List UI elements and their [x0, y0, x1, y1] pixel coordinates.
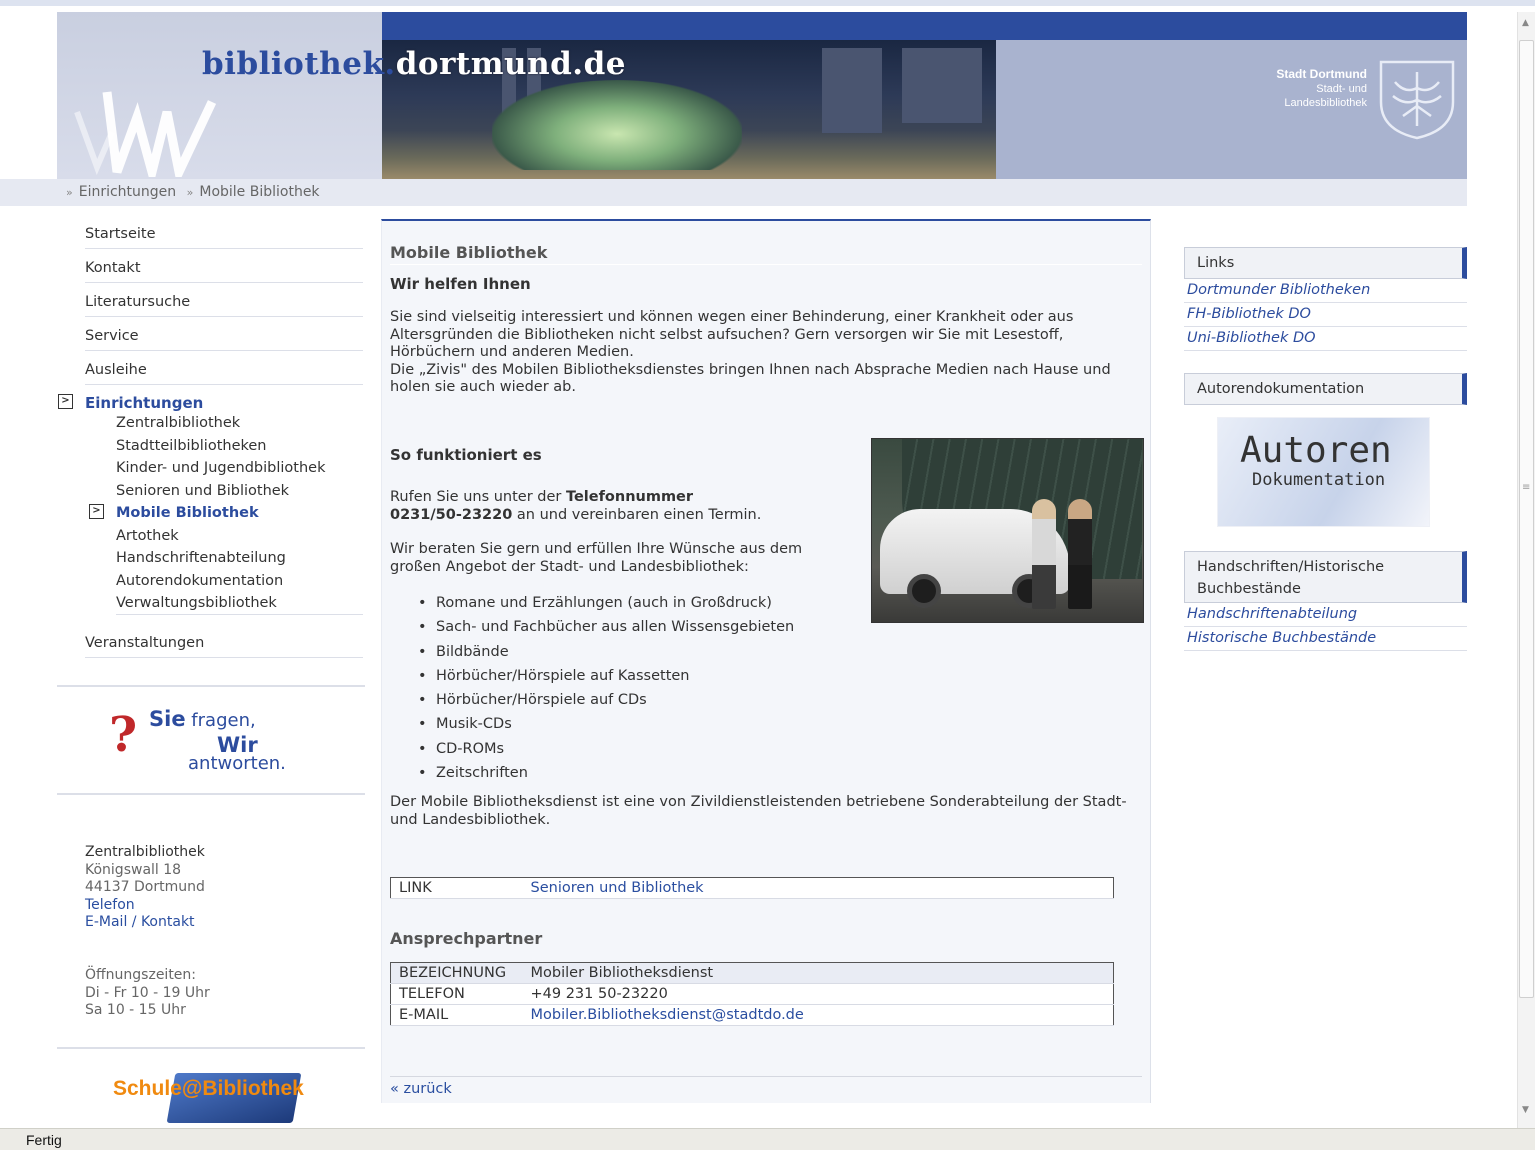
list-item: Hörbücher/Hörspiele auf CDs	[418, 688, 794, 713]
link-fh-bibliothek[interactable]: FH-Bibliothek DO	[1184, 303, 1467, 327]
nav-item-literatursuche[interactable]: Literatursuche	[85, 290, 363, 317]
nav-sub-mobile-bibliothek[interactable]: > Mobile Bibliothek	[89, 502, 365, 525]
expand-arrow-icon: >	[58, 394, 73, 409]
table-row: BEZEICHNUNG Mobiler Bibliotheksdienst	[390, 962, 1114, 984]
browser-status-bar: Fertig	[0, 1128, 1535, 1150]
handschriften-box-header: Handschriften/Historische Buchbestände	[1184, 551, 1467, 603]
nav-sub-stadtteilbibliotheken[interactable]: Stadtteilbibliotheken	[116, 435, 365, 458]
city-coat-of-arms-icon	[1379, 60, 1455, 140]
expand-arrow-icon: >	[89, 504, 104, 519]
contact-table: BEZEICHNUNG Mobiler Bibliotheksdienst TE…	[390, 962, 1114, 1026]
table-row: E-MAIL Mobiler.Bibliotheksdienst@stadtdo…	[390, 1004, 1114, 1026]
browser-viewport: bibliothek.dortmund.de Stadt Dortmund St…	[0, 0, 1535, 1128]
intro-paragraph-2: Die „Zivis" des Mobilen Bibliotheksdiens…	[390, 361, 1111, 396]
faq-banner[interactable]: ? Sie fragen, Wir antworten.	[57, 685, 365, 795]
opening-hours: Öffnungszeiten: Di - Fr 10 - 19 Uhr Sa 1…	[85, 967, 210, 1018]
link-table: LINK Senioren und Bibliothek	[390, 877, 1114, 899]
list-item: Sach- und Fachbücher aus allen Wissensge…	[418, 615, 794, 640]
section-subtitle: Wir helfen Ihnen	[390, 275, 531, 293]
seniors-library-link[interactable]: Senioren und Bibliothek	[531, 880, 704, 896]
school-banner[interactable]: Schule@Bibliothek	[57, 1047, 365, 1137]
site-title[interactable]: bibliothek.dortmund.de	[202, 46, 626, 82]
nav-item-startseite[interactable]: Startseite	[85, 222, 363, 249]
nav-item-veranstaltungen[interactable]: Veranstaltungen	[85, 631, 363, 658]
back-link[interactable]: « zurück	[390, 1081, 452, 1097]
nav-item-service[interactable]: Service	[85, 324, 363, 351]
link-handschriftenabteilung[interactable]: Handschriftenabteilung	[1184, 603, 1467, 627]
scroll-down-arrow-icon[interactable]: ▼	[1522, 1105, 1529, 1115]
list-item: Bildbände	[418, 640, 794, 665]
email-contact-link[interactable]: E-Mail / Kontakt	[85, 914, 195, 930]
back-row: « zurück	[390, 1076, 1142, 1097]
right-column: Links Dortmunder Bibliotheken FH-Bibliot…	[1184, 247, 1467, 651]
note-paragraph: Der Mobile Bibliotheksdienst ist eine vo…	[390, 794, 1127, 828]
nav-sub-artothek[interactable]: Artothek	[116, 525, 365, 548]
vertical-scrollbar[interactable]: ▲ ≡ ▼	[1517, 12, 1535, 1128]
nav-sub-kinder-jugendbibliothek[interactable]: Kinder- und Jugendbibliothek	[116, 457, 365, 480]
nav-sub-autorendokumentation[interactable]: Autorendokumentation	[116, 570, 365, 593]
list-item: Romane und Erzählungen (auch in Großdruc…	[418, 591, 794, 616]
table-row: TELEFON +49 231 50-23220	[390, 983, 1114, 1005]
nav-sub-zentralbibliothek[interactable]: Zentralbibliothek	[116, 412, 365, 435]
nav-sub-verwaltungsbibliothek[interactable]: Verwaltungsbibliothek	[116, 592, 363, 615]
link-historische-buchbestaende[interactable]: Historische Buchbestände	[1184, 627, 1467, 651]
question-mark-icon: ?	[109, 707, 138, 763]
school-library-logo: Schule@Bibliothek	[113, 1067, 313, 1129]
how-it-works-title: So funktioniert es	[390, 446, 542, 464]
address-block: Zentralbibliothek Königswall 18 44137 Do…	[85, 844, 205, 930]
scroll-grip-icon: ≡	[1522, 482, 1531, 493]
autoren-dokumentation-banner[interactable]: Autoren Dokumentation	[1217, 417, 1430, 527]
breadcrumb-item[interactable]: Mobile Bibliothek	[199, 184, 319, 200]
scrollbar-thumb[interactable]	[1519, 40, 1534, 998]
list-item: Musik-CDs	[418, 712, 794, 737]
left-navigation: Startseite Kontakt Literatursuche Servic…	[57, 222, 365, 665]
list-item: Hörbücher/Hörspiele auf Kassetten	[418, 664, 794, 689]
link-dortmunder-bibliotheken[interactable]: Dortmunder Bibliotheken	[1184, 279, 1467, 303]
contact-email-link[interactable]: Mobiler.Bibliotheksdienst@stadtdo.de	[531, 1007, 804, 1023]
intro-paragraph: Sie sind vielseitig interessiert und kön…	[390, 309, 1074, 360]
list-item: CD-ROMs	[418, 737, 794, 762]
autoren-box-header: Autorendokumentation	[1184, 373, 1467, 405]
header-band	[382, 12, 1467, 40]
media-list: Romane und Erzählungen (auch in Großdruc…	[418, 591, 794, 786]
breadcrumb: » Einrichtungen » Mobile Bibliothek	[0, 179, 1467, 206]
nav-item-ausleihe[interactable]: Ausleihe	[85, 358, 363, 385]
phone-link[interactable]: Telefon	[85, 897, 135, 913]
page: bibliothek.dortmund.de Stadt Dortmund St…	[0, 12, 1467, 1137]
link-uni-bibliothek[interactable]: Uni-Bibliothek DO	[1184, 327, 1467, 351]
city-library-name: Stadt Dortmund Stadt- und Landesbiblioth…	[1276, 67, 1367, 109]
site-header: bibliothek.dortmund.de Stadt Dortmund St…	[0, 12, 1467, 206]
links-box-header: Links	[1184, 247, 1467, 279]
nav-sub-handschriftenabteilung[interactable]: Handschriftenabteilung	[116, 547, 365, 570]
scroll-up-arrow-icon[interactable]: ▲	[1522, 18, 1529, 28]
mobile-library-van-photo	[871, 438, 1144, 623]
breadcrumb-item[interactable]: Einrichtungen	[79, 184, 176, 200]
main-content: Mobile Bibliothek Wir helfen Ihnen Sie s…	[381, 219, 1151, 1103]
header-logo-area	[57, 12, 382, 179]
nav-item-kontakt[interactable]: Kontakt	[85, 256, 363, 283]
status-text: Fertig	[26, 1132, 62, 1148]
list-item: Zeitschriften	[418, 761, 794, 786]
offer-paragraph: Wir beraten Sie gern und erfüllen Ihre W…	[390, 541, 803, 575]
library-logo-mark	[74, 91, 217, 177]
nav-item-einrichtungen[interactable]: > Einrichtungen	[58, 392, 365, 412]
page-title: Mobile Bibliothek	[390, 243, 1142, 265]
contact-title: Ansprechpartner	[390, 929, 543, 948]
nav-sub-senioren[interactable]: Senioren und Bibliothek	[116, 480, 365, 503]
phone-instructions: Rufen Sie uns unter der Telefonnummer 023…	[390, 489, 762, 523]
table-row: LINK Senioren und Bibliothek	[390, 877, 1114, 899]
